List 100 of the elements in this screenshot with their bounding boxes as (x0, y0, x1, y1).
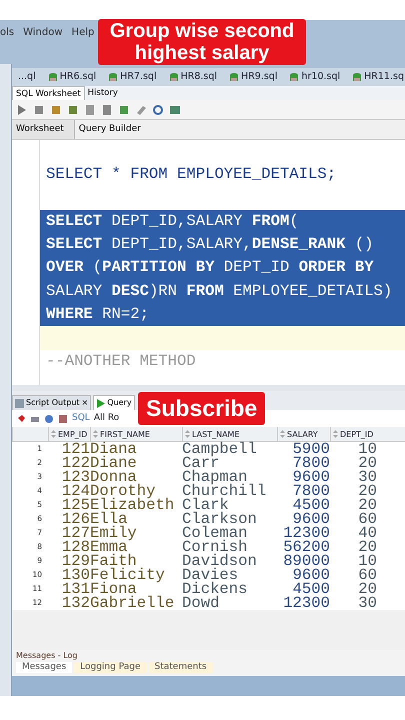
table-cell-text: 12300 (282, 526, 330, 540)
table-cell-text: Dorothy (90, 484, 156, 498)
table-cell-text: Faith (90, 554, 137, 568)
table-cell-text: Dickens (182, 582, 249, 596)
table-cell-text: Diana (90, 442, 138, 456)
table-cell-text: 20 (357, 582, 377, 596)
sort-icon (185, 430, 190, 438)
table-cell-text: 20 (357, 540, 377, 554)
table-cell-text: 10 (357, 442, 377, 456)
table-cell-text: Gabrielle (90, 596, 176, 610)
file-tab[interactable]: HR9.sql (229, 70, 286, 84)
file-tab[interactable]: HR11.sq (352, 70, 405, 84)
statements-tab[interactable]: Statements (148, 662, 213, 673)
table-cell-text: Diane (90, 456, 138, 470)
table-cell-text: 60 (357, 568, 377, 582)
code-comment: --ANOTHER METHOD (45, 350, 197, 372)
table-cell-text: 40 (357, 526, 377, 540)
table-cell-text: Fiona (90, 582, 137, 596)
file-tab[interactable]: HR6.sql (48, 70, 104, 84)
table-cell-text: 56200 (282, 540, 330, 554)
file-tab[interactable]: hr10.sql (289, 70, 348, 84)
table-cell-text: Donna (90, 470, 137, 484)
table-cell-text: Felicity (90, 568, 166, 582)
table-cell-text: Ella (90, 512, 128, 526)
video-caption: Group wise second highest salary (98, 19, 306, 65)
menu-item[interactable]: Window (23, 25, 63, 40)
sort-icon (51, 430, 56, 438)
table-cell-text: 30 (357, 470, 377, 484)
table-cell-text: 20 (357, 498, 377, 512)
close-icon[interactable]: × (82, 397, 88, 409)
table-cell-text: Chapman (182, 470, 248, 484)
sql-worksheet-tab[interactable]: SQL Worksheet (12, 86, 85, 100)
table-cell-text: 132 (60, 596, 90, 610)
table-cell-text: 12300 (282, 596, 330, 610)
rows-fetched-label: All Ro (94, 412, 120, 425)
table-cell-text: 10 (357, 554, 377, 568)
table-cell-text: 131 (60, 582, 90, 596)
table-cell-text: 9600 (292, 512, 330, 526)
table-cell-text: Emily (90, 526, 138, 540)
panel-title: Messages - Log (16, 650, 78, 662)
table-cell-text: Coleman (182, 526, 249, 540)
table-cell-text: 126 (60, 512, 90, 526)
column-header[interactable]: EMP_ID (48, 427, 90, 441)
table-cell-text: 20 (357, 484, 377, 498)
sort-icon (280, 430, 285, 438)
table-cell-text: 89000 (282, 554, 330, 568)
table-cell-text: 4500 (292, 582, 330, 596)
table-cell-text: 30 (357, 596, 377, 610)
table-cell-text: Davidson (182, 554, 258, 568)
table-cell-text: 129 (60, 554, 90, 568)
table-cell-text: 125 (60, 498, 90, 512)
sql-link[interactable]: SQL (72, 412, 90, 426)
file-tab[interactable]: ...ql (18, 70, 44, 84)
column-header[interactable]: DEPT_ID (330, 427, 377, 441)
table-cell-text: Campbell (182, 442, 258, 456)
table-cell-text: Carr (182, 456, 220, 470)
query-result-tab[interactable]: Query (93, 395, 135, 410)
table-cell-text: 9600 (292, 470, 330, 484)
table-cell-text: 5900 (292, 442, 330, 456)
table-cell-text: 7800 (292, 484, 330, 498)
table-cell-text: 122 (60, 456, 90, 470)
code-line: SELECT * FROM EMPLOYEE_DETAILS; (45, 164, 338, 186)
messages-tab[interactable]: Messages (16, 662, 72, 673)
stop-icon[interactable] (33, 104, 45, 116)
history-tab[interactable]: History (84, 86, 121, 100)
file-tab[interactable]: HR7.sql (108, 70, 165, 84)
column-header[interactable]: FIRST_NAME (90, 427, 182, 441)
menu-item[interactable]: ols (0, 25, 14, 40)
run-icon[interactable] (16, 104, 28, 116)
table-cell-text: Clarkson (182, 512, 258, 526)
table-cell-text: 60 (357, 512, 377, 526)
query-builder-tab[interactable]: Query Builder (74, 120, 151, 139)
table-cell-text: Churchill (182, 484, 268, 498)
column-header[interactable]: SALARY (277, 427, 330, 441)
table-cell-text: 20 (357, 456, 377, 470)
table-cell-text: Clark (182, 498, 229, 512)
file-tab[interactable]: HR8.sql (168, 70, 226, 84)
column-header[interactable]: LAST_NAME (182, 427, 277, 441)
pin-icon[interactable] (16, 414, 26, 424)
script-output-tab[interactable]: Script Output × (12, 395, 92, 410)
table-cell-text: Dowd (182, 596, 220, 610)
table-cell-text: 7800 (292, 456, 330, 470)
play-icon (96, 398, 106, 408)
table-cell-text: 124 (60, 484, 90, 498)
menu-item[interactable]: Help (72, 25, 94, 40)
worksheet-tab[interactable]: Worksheet (12, 120, 75, 139)
table-cell-text: 9600 (292, 568, 330, 582)
table-cell-text: 130 (60, 568, 90, 582)
table-cell-text: Cornish (182, 540, 248, 554)
table-cell-text: 121 (60, 442, 90, 456)
table-cell-text: 127 (60, 526, 90, 540)
table-cell-text: Davies (182, 568, 238, 582)
eraser-icon[interactable] (135, 104, 147, 116)
table-cell-text: Emma (90, 540, 128, 554)
logging-page-tab[interactable]: Logging Page (74, 662, 146, 673)
subscribe-caption: Subscribe (138, 392, 266, 425)
table-cell-text: Elizabeth (90, 498, 176, 512)
table-cell-text: 128 (60, 540, 90, 554)
sort-icon (93, 430, 98, 438)
table-cell-text: 123 (60, 470, 90, 484)
